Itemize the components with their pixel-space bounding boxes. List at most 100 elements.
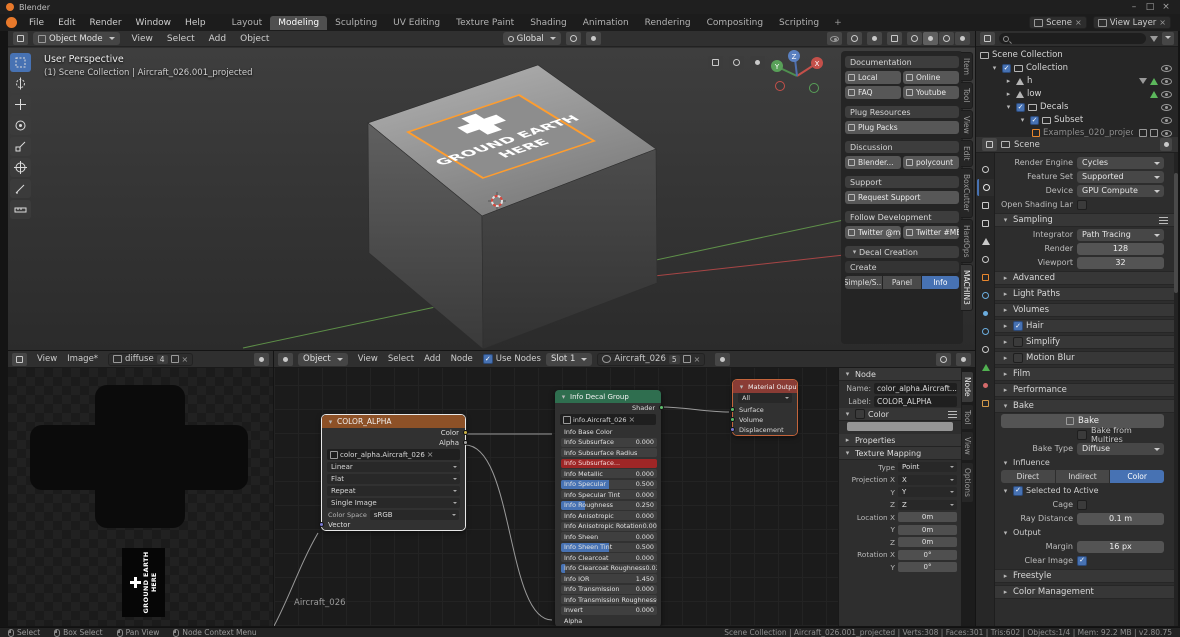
menubar-menu[interactable]: Render [83, 16, 129, 30]
mapping-value-widget[interactable]: Point [898, 462, 957, 472]
unlink-icon[interactable]: × [427, 450, 434, 459]
input-socket-volume[interactable]: Volume [733, 415, 797, 425]
node-material-output[interactable]: ▾ Material Output All Surface Volume Dis… [733, 380, 797, 435]
section-motion-blur[interactable]: ▸Motion Blur [995, 351, 1174, 365]
add-workspace-button[interactable]: + [828, 16, 848, 30]
move-tool[interactable] [10, 95, 31, 114]
overlays-icon[interactable] [956, 353, 971, 366]
tab-active-tool[interactable] [977, 161, 994, 178]
hide-eye-icon[interactable] [1161, 65, 1172, 72]
unlink-material-icon[interactable]: × [694, 355, 701, 364]
tab-scene[interactable] [977, 233, 994, 250]
hair-checkbox[interactable]: ✓ [1013, 321, 1023, 331]
shader-editor-menu[interactable]: Add [419, 353, 445, 365]
color-space-dropdown[interactable]: sRGB [370, 510, 459, 520]
section-hair[interactable]: ▸✓Hair [995, 319, 1174, 333]
node-color-alpha[interactable]: ▾ COLOR_ALPHA Color Alpha color_alpha.Ai… [322, 415, 465, 530]
tab-constraints[interactable] [977, 341, 994, 358]
outliner-search-input[interactable] [999, 33, 1146, 44]
section-performance[interactable]: ▸Performance [995, 383, 1174, 397]
ray-distance-field[interactable]: 0.1 m [1077, 513, 1164, 525]
show-gizmo-icon[interactable] [847, 32, 862, 45]
mapping-value-widget[interactable]: Z [898, 500, 957, 510]
workspace-tab[interactable]: Scripting [771, 16, 827, 30]
proportional-edit-icon[interactable] [586, 32, 601, 45]
node-input-row[interactable]: Info Transmission Roughness0.000 [561, 595, 657, 604]
collection-checkbox[interactable]: ✓ [1016, 103, 1025, 112]
integrator-dropdown[interactable]: Path Tracing [1077, 229, 1164, 241]
input-socket-displacement[interactable]: Displacement [733, 425, 797, 435]
rotate-tool[interactable] [10, 116, 31, 135]
projection-dropdown[interactable]: Flat [327, 474, 460, 484]
node-panel-header[interactable]: ▾ Node [839, 368, 961, 381]
feature-set-dropdown[interactable]: Supported [1077, 171, 1164, 183]
node-input-row[interactable]: Info Anisotropic0.000 [561, 511, 657, 520]
maximize-button[interactable]: □ [1142, 2, 1158, 12]
properties-scrollbar[interactable] [1174, 153, 1178, 626]
collapse-icon[interactable]: ▾ [1004, 103, 1013, 111]
tab-material[interactable] [977, 377, 994, 394]
input-socket-vector[interactable]: Vector [322, 520, 465, 530]
image-datablock-field[interactable]: color_alpha.Aircraft_026 × [327, 449, 460, 460]
tab-output[interactable] [977, 197, 994, 214]
expand-icon[interactable]: ▸ [1004, 77, 1013, 85]
fake-user-shield-icon[interactable] [683, 355, 691, 363]
section-simplify[interactable]: ▸Simplify [995, 335, 1174, 349]
unlink-icon[interactable]: × [629, 415, 636, 424]
collapse-icon[interactable]: ▾ [737, 383, 746, 391]
decal-creation-header[interactable]: ▾ Decal Creation [845, 246, 959, 258]
workspace-tab[interactable]: Compositing [699, 16, 771, 30]
outliner-row-decals[interactable]: ▾ ✓ Decals [980, 101, 1178, 113]
influence-indirect-button[interactable]: Indirect [1056, 470, 1110, 483]
tab-texture[interactable] [977, 395, 994, 412]
plug-resources-header[interactable]: Plug Resources [845, 106, 959, 118]
section-film[interactable]: ▸Film [995, 367, 1174, 381]
viewport-menu[interactable]: View [125, 32, 160, 46]
follow-development-header[interactable]: Follow Development [845, 211, 959, 223]
image-editor-canvas[interactable]: GROUND EARTH HERE [8, 368, 273, 626]
slot-dropdown[interactable]: Slot 1 [546, 353, 592, 366]
node-input-row[interactable]: Info Clearcoat0.000 [561, 553, 657, 562]
blender-menu-icon[interactable] [6, 17, 17, 28]
image-users-count[interactable]: 4 [157, 355, 168, 364]
shader-editor-canvas[interactable]: ▾ COLOR_ALPHA Color Alpha color_alpha.Ai… [274, 368, 838, 626]
render-samples-field[interactable]: 128 [1077, 243, 1164, 255]
xray-toggle-icon[interactable] [887, 32, 902, 45]
image-datablock-selector[interactable]: diffuse 4 × [108, 353, 193, 366]
color-panel-header[interactable]: ▾ Color [839, 408, 961, 421]
browse-image-icon[interactable] [113, 355, 122, 363]
editor-type-outliner-icon[interactable] [980, 32, 995, 45]
tab-particles[interactable] [977, 305, 994, 322]
section-volumes[interactable]: ▸Volumes [995, 303, 1174, 317]
support-header[interactable]: Support [845, 176, 959, 188]
output-socket-alpha[interactable]: Alpha [322, 438, 465, 448]
hide-eye-icon[interactable] [1161, 130, 1172, 137]
viewport-menu[interactable]: Object [233, 32, 276, 46]
tab-modifiers[interactable] [977, 287, 994, 304]
sampling-section-header[interactable]: ▾ Sampling [995, 213, 1174, 227]
unlink-image-icon[interactable]: × [182, 355, 189, 364]
hide-eye-icon[interactable] [1161, 104, 1172, 111]
mapping-value-widget[interactable]: 0m [898, 512, 957, 522]
tab-object[interactable] [977, 269, 994, 286]
workspace-tab[interactable]: Texture Paint [448, 16, 522, 30]
scene-selector[interactable]: Scene × [1029, 16, 1087, 29]
select-box-tool[interactable] [10, 53, 31, 72]
hide-eye-icon[interactable] [1161, 117, 1172, 124]
influence-direct-button[interactable]: Direct [1001, 470, 1055, 483]
editor-type-image-icon[interactable] [12, 353, 27, 366]
show-overlays-icon[interactable] [867, 32, 882, 45]
workspace-tab[interactable]: Rendering [637, 16, 699, 30]
snap-magnet-icon[interactable] [936, 353, 951, 366]
section-freestyle[interactable]: ▸Freestyle [995, 569, 1174, 583]
selected-to-active-row[interactable]: ▾ ✓ Selected to Active [995, 484, 1174, 497]
collapse-icon[interactable]: ▾ [559, 393, 568, 401]
documentation-header[interactable]: Documentation [845, 56, 959, 68]
collapse-icon[interactable]: ▾ [990, 64, 999, 72]
presets-icon[interactable] [1159, 217, 1168, 224]
sidebar-tab[interactable]: View [961, 110, 973, 140]
sidebar-tab[interactable]: MACHIN3 [961, 264, 973, 311]
annotate-tool[interactable] [10, 179, 31, 198]
display-options-icon[interactable] [1162, 32, 1174, 45]
measure-tool[interactable] [10, 200, 31, 219]
